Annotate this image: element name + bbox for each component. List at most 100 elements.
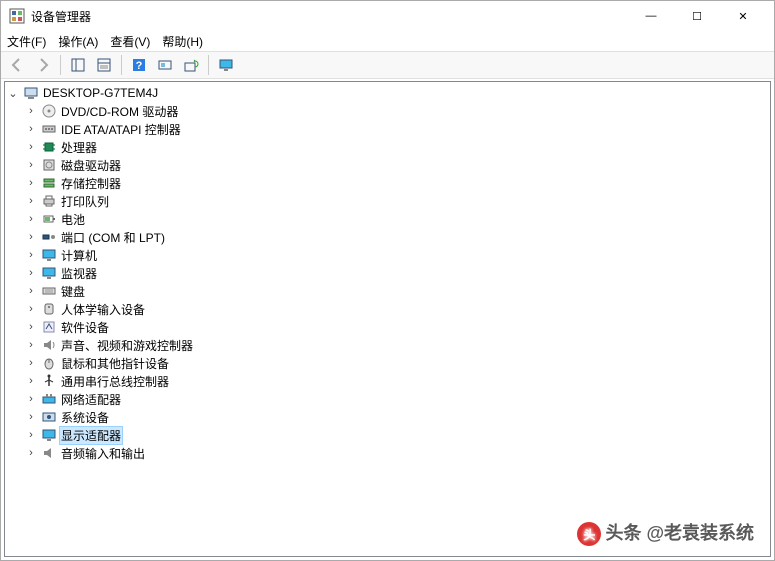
tree-item-label: 软件设备 bbox=[59, 319, 111, 336]
tree-item-label: 声音、视频和游戏控制器 bbox=[59, 337, 195, 354]
toolbar-separator bbox=[121, 55, 122, 75]
scan-hardware-button[interactable] bbox=[153, 53, 177, 77]
show-hide-tree-button[interactable] bbox=[66, 53, 90, 77]
tree-item[interactable]: › 监视器 bbox=[5, 264, 770, 282]
disc-icon bbox=[41, 103, 57, 119]
expand-icon[interactable]: › bbox=[23, 445, 39, 461]
tree-item[interactable]: › 电池 bbox=[5, 210, 770, 228]
device-tree-panel: ⌄ DESKTOP-G7TEM4J ›DVD/CD-ROM 驱动器›IDE AT… bbox=[4, 81, 771, 557]
svg-text:?: ? bbox=[136, 60, 143, 72]
expand-icon[interactable]: › bbox=[23, 301, 39, 317]
titlebar: 设备管理器 — ☐ ✕ bbox=[1, 1, 774, 31]
tree-item[interactable]: › 磁盘驱动器 bbox=[5, 156, 770, 174]
tree-item-label: 鼠标和其他指针设备 bbox=[59, 355, 171, 372]
expand-icon[interactable]: › bbox=[23, 355, 39, 371]
expand-icon[interactable]: › bbox=[23, 427, 39, 443]
tree-item[interactable]: › 音频输入和输出 bbox=[5, 444, 770, 462]
battery-icon bbox=[41, 211, 57, 227]
display-icon bbox=[41, 427, 57, 443]
expand-icon[interactable]: › bbox=[23, 337, 39, 353]
hdd-icon bbox=[41, 157, 57, 173]
tree-item[interactable]: › 键盘 bbox=[5, 282, 770, 300]
tree-item-label: 通用串行总线控制器 bbox=[59, 373, 171, 390]
computer-icon bbox=[41, 247, 57, 263]
tree-item[interactable]: ›DVD/CD-ROM 驱动器 bbox=[5, 102, 770, 120]
expand-icon[interactable]: › bbox=[23, 229, 39, 245]
tree-item[interactable]: › 端口 (COM 和 LPT) bbox=[5, 228, 770, 246]
toolbar-separator bbox=[208, 55, 209, 75]
expand-icon[interactable]: › bbox=[23, 175, 39, 191]
tree-item-label: 计算机 bbox=[59, 247, 99, 264]
port-icon bbox=[41, 229, 57, 245]
maximize-button[interactable]: ☐ bbox=[674, 1, 720, 31]
tree-item[interactable]: › 存储控制器 bbox=[5, 174, 770, 192]
toolbar: ? bbox=[1, 51, 774, 79]
mouse-icon bbox=[41, 355, 57, 371]
tree-item[interactable]: ›人体学输入设备 bbox=[5, 300, 770, 318]
system-icon bbox=[41, 409, 57, 425]
update-driver-button[interactable] bbox=[179, 53, 203, 77]
tree-root[interactable]: ⌄ DESKTOP-G7TEM4J bbox=[5, 84, 770, 102]
tree-item-label: 电池 bbox=[59, 211, 87, 228]
expand-icon[interactable]: › bbox=[23, 265, 39, 281]
forward-button[interactable] bbox=[31, 53, 55, 77]
tree-item-label: 存储控制器 bbox=[59, 175, 123, 192]
menu-help[interactable]: 帮助(H) bbox=[162, 33, 203, 50]
tree-item[interactable]: › 处理器 bbox=[5, 138, 770, 156]
tree-item-label: 磁盘驱动器 bbox=[59, 157, 123, 174]
computer-icon bbox=[23, 85, 39, 101]
toolbar-separator bbox=[60, 55, 61, 75]
storage-icon bbox=[41, 175, 57, 191]
properties-button[interactable] bbox=[92, 53, 116, 77]
tree-item-label: 键盘 bbox=[59, 283, 87, 300]
expand-icon[interactable]: › bbox=[23, 409, 39, 425]
printer-icon bbox=[41, 193, 57, 209]
menu-file[interactable]: 文件(F) bbox=[7, 33, 46, 50]
tree-item[interactable]: › 通用串行总线控制器 bbox=[5, 372, 770, 390]
tree-item-label: 端口 (COM 和 LPT) bbox=[59, 229, 167, 246]
minimize-button[interactable]: — bbox=[628, 1, 674, 31]
tree-item-label: 处理器 bbox=[59, 139, 99, 156]
close-button[interactable]: ✕ bbox=[720, 1, 766, 31]
expand-icon[interactable]: › bbox=[23, 157, 39, 173]
tree-item-label: 显示适配器 bbox=[59, 426, 123, 445]
window-title: 设备管理器 bbox=[31, 8, 91, 25]
expand-icon[interactable]: ⌄ bbox=[5, 85, 21, 101]
hid-icon bbox=[41, 301, 57, 317]
expand-icon[interactable]: › bbox=[23, 211, 39, 227]
expand-icon[interactable]: › bbox=[23, 139, 39, 155]
monitor-icon bbox=[41, 265, 57, 281]
tree-item[interactable]: ›系统设备 bbox=[5, 408, 770, 426]
menu-view[interactable]: 查看(V) bbox=[110, 33, 150, 50]
tree-item[interactable]: › 声音、视频和游戏控制器 bbox=[5, 336, 770, 354]
expand-icon[interactable]: › bbox=[23, 103, 39, 119]
expand-icon[interactable]: › bbox=[23, 193, 39, 209]
window-controls: — ☐ ✕ bbox=[628, 1, 766, 31]
tree-item[interactable]: › 鼠标和其他指针设备 bbox=[5, 354, 770, 372]
software-icon bbox=[41, 319, 57, 335]
expand-icon[interactable]: › bbox=[23, 319, 39, 335]
tree-item[interactable]: › 显示适配器 bbox=[5, 426, 770, 444]
tree-item-label: IDE ATA/ATAPI 控制器 bbox=[59, 121, 183, 138]
tree-item-label: 音频输入和输出 bbox=[59, 445, 147, 462]
expand-icon[interactable]: › bbox=[23, 121, 39, 137]
help-button[interactable]: ? bbox=[127, 53, 151, 77]
monitor-button[interactable] bbox=[214, 53, 238, 77]
ide-icon bbox=[41, 121, 57, 137]
expand-icon[interactable]: › bbox=[23, 373, 39, 389]
tree-item[interactable]: › 软件设备 bbox=[5, 318, 770, 336]
tree-item[interactable]: ›网络适配器 bbox=[5, 390, 770, 408]
tree-root-label: DESKTOP-G7TEM4J bbox=[41, 86, 160, 100]
tree-item[interactable]: › 计算机 bbox=[5, 246, 770, 264]
back-button[interactable] bbox=[5, 53, 29, 77]
expand-icon[interactable]: › bbox=[23, 247, 39, 263]
expand-icon[interactable]: › bbox=[23, 391, 39, 407]
network-icon bbox=[41, 391, 57, 407]
tree-item[interactable]: ›打印队列 bbox=[5, 192, 770, 210]
tree-item[interactable]: › IDE ATA/ATAPI 控制器 bbox=[5, 120, 770, 138]
device-tree[interactable]: ⌄ DESKTOP-G7TEM4J ›DVD/CD-ROM 驱动器›IDE AT… bbox=[5, 82, 770, 464]
tree-item-label: 监视器 bbox=[59, 265, 99, 282]
menu-action[interactable]: 操作(A) bbox=[58, 33, 98, 50]
sound-icon bbox=[41, 337, 57, 353]
expand-icon[interactable]: › bbox=[23, 283, 39, 299]
